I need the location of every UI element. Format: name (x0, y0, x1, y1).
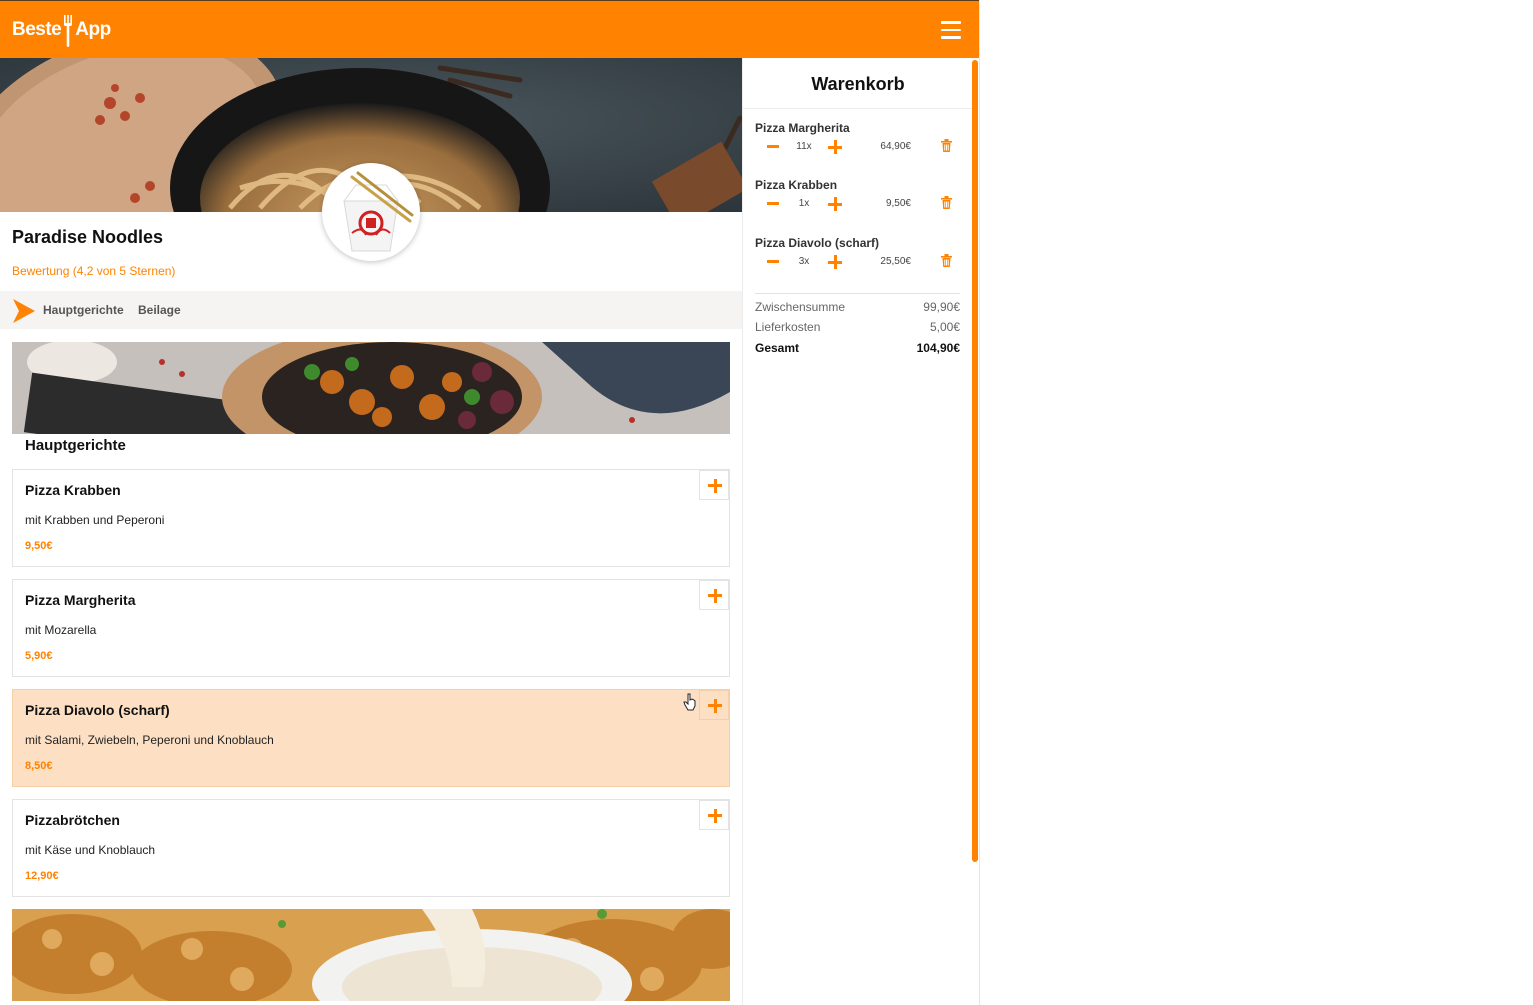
cart-item: Pizza Margherita 11x 64,90€ (743, 121, 973, 171)
delivery-label: Lieferkosten (755, 320, 821, 334)
category-banner-image (12, 342, 730, 434)
restaurant-name: Paradise Noodles (12, 227, 164, 247)
add-to-cart-button[interactable] (699, 800, 729, 830)
cart-item-name: Pizza Margherita (755, 121, 850, 135)
cart-item: Pizza Krabben 1x 9,50€ (743, 178, 973, 228)
empty-background (980, 0, 1533, 1005)
restaurant-page: Paradise Noodles Bewertung (4,2 von 5 St… (0, 58, 742, 1005)
category-link-beilage[interactable]: Beilage (138, 303, 181, 317)
subtotal-value: 99,90€ (923, 300, 960, 314)
cart-item-price: 25,50€ (880, 256, 911, 267)
total-row: Gesamt 104,90€ (755, 341, 960, 355)
category-link-hauptgerichte[interactable]: Hauptgerichte (43, 303, 124, 317)
dish-card[interactable]: Pizzabrötchen mit Käse und Knoblauch 12,… (12, 799, 730, 897)
cart-item-name: Pizza Krabben (755, 178, 838, 192)
total-label: Gesamt (755, 341, 800, 355)
dish-price: 8,50€ (25, 760, 53, 772)
cart-item-price: 64,90€ (880, 141, 911, 152)
increase-quantity-button[interactable] (828, 197, 842, 211)
logo-text-right: App (75, 19, 111, 40)
add-to-cart-button[interactable] (699, 580, 729, 610)
decrease-quantity-button[interactable] (767, 145, 779, 148)
dish-name: Pizza Margherita (25, 592, 136, 608)
dish-name: Pizzabrötchen (25, 812, 120, 828)
subtotal-row: Zwischensumme 99,90€ (755, 300, 960, 314)
dish-description: mit Salami, Zwiebeln, Peperoni und Knobl… (25, 733, 274, 747)
dish-card[interactable]: Pizza Margherita mit Mozarella 5,90€ (12, 579, 730, 677)
dish-description: mit Käse und Knoblauch (25, 843, 156, 857)
dish-price: 12,90€ (25, 870, 59, 882)
trash-icon[interactable] (941, 196, 952, 209)
cart-item: Pizza Diavolo (scharf) 3x 25,50€ (743, 236, 973, 286)
cart-item-quantity: 11x (796, 141, 812, 152)
delivery-row: Lieferkosten 5,00€ (755, 320, 960, 334)
dish-name: Pizza Diavolo (scharf) (25, 702, 170, 718)
increase-quantity-button[interactable] (828, 140, 842, 154)
delivery-value: 5,00€ (929, 320, 960, 334)
dish-description: mit Mozarella (25, 623, 97, 637)
cart-item-quantity: 1x (798, 198, 810, 209)
cart-item-name: Pizza Diavolo (scharf) (755, 236, 880, 250)
increase-quantity-button[interactable] (828, 255, 842, 269)
arrow-right-icon (13, 299, 35, 323)
dish-name: Pizza Krabben (25, 482, 121, 498)
cart-divider (743, 108, 973, 109)
trash-icon[interactable] (941, 139, 952, 152)
dish-price: 9,50€ (25, 540, 53, 552)
decrease-quantity-button[interactable] (767, 260, 779, 263)
add-to-cart-button[interactable] (699, 690, 729, 720)
fork-knife-icon (64, 15, 73, 47)
app-logo[interactable]: Beste App (12, 11, 111, 49)
logo-text-left: Beste (12, 19, 62, 40)
scrollbar-thumb[interactable] (972, 60, 978, 862)
restaurant-logo (322, 163, 420, 261)
top-bar: Beste App (0, 0, 979, 58)
trash-icon[interactable] (941, 254, 952, 267)
dish-description: mit Krabben und Peperoni (25, 513, 165, 527)
shopping-cart: Warenkorb Pizza Margherita 11x 64,90€ Pi… (742, 58, 973, 1005)
app-window: Beste App Paradise Noodles Bewertung (4,… (0, 0, 980, 1005)
category-navigation: Hauptgerichte Beilage (0, 291, 742, 329)
add-to-cart-button[interactable] (699, 470, 729, 500)
subtotal-label: Zwischensumme (755, 300, 846, 314)
hand-cursor-icon (683, 693, 696, 711)
cart-item-quantity: 3x (798, 256, 810, 267)
dish-price: 5,90€ (25, 650, 53, 662)
total-value: 104,90€ (916, 341, 960, 355)
menu-icon[interactable] (941, 21, 961, 39)
cart-title: Warenkorb (811, 74, 905, 94)
dish-card[interactable]: Pizza Diavolo (scharf) mit Salami, Zwieb… (12, 689, 730, 787)
category-banner-image (12, 909, 730, 1001)
decrease-quantity-button[interactable] (767, 202, 779, 205)
restaurant-rating: Bewertung (4,2 von 5 Sternen) (12, 264, 176, 278)
dish-card[interactable]: Pizza Krabben mit Krabben und Peperoni 9… (12, 469, 730, 567)
section-title: Hauptgerichte (25, 437, 126, 454)
cart-item-price: 9,50€ (885, 198, 911, 209)
summary-divider (755, 293, 960, 294)
